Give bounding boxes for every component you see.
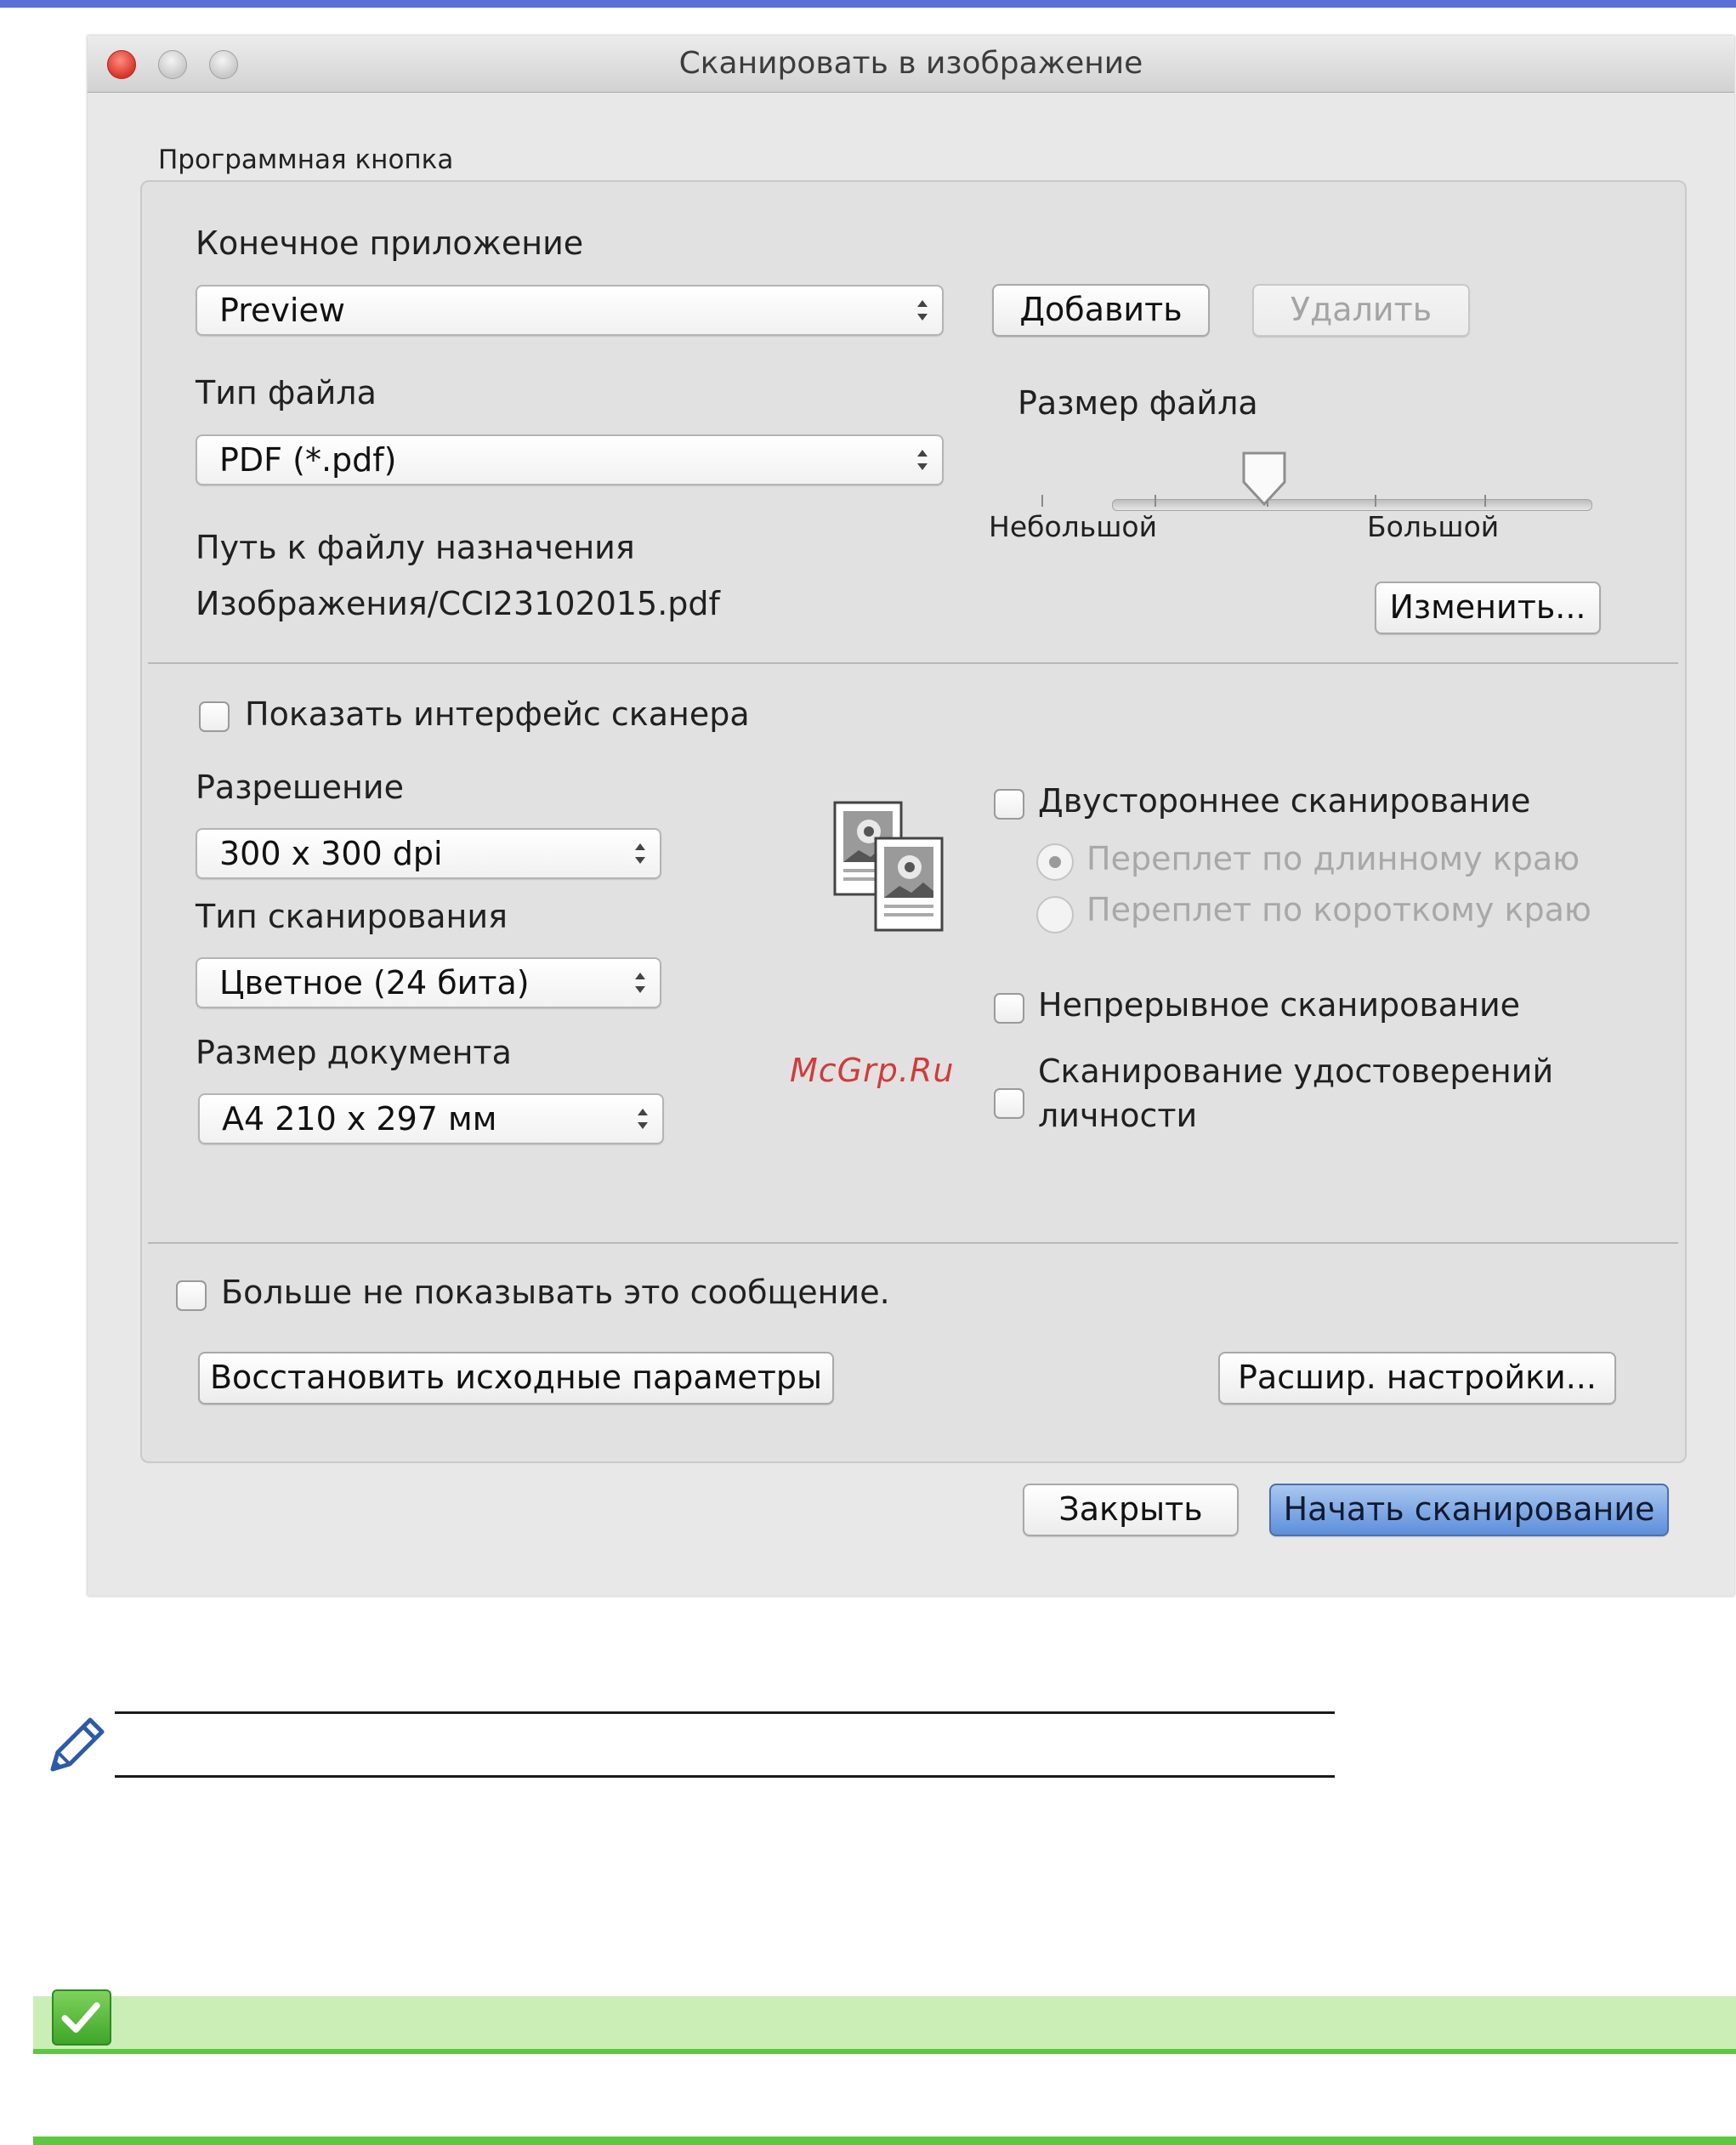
advanced-settings-button[interactable]: Расшир. настройки... xyxy=(1218,1352,1616,1404)
file-size-slider-track[interactable] xyxy=(1112,499,1592,511)
separator xyxy=(148,1242,1678,1244)
note-rule-bottom xyxy=(115,1775,1335,1778)
file-size-min-label: Небольшой xyxy=(989,510,1158,543)
file-size-label: Размер файла xyxy=(1018,384,1258,422)
scan-to-image-dialog: Сканировать в изображение Программная кн… xyxy=(88,36,1734,1596)
file-type-label: Тип файла xyxy=(196,374,377,411)
title-bar: Сканировать в изображение xyxy=(88,36,1734,93)
related-info-bar xyxy=(33,1996,1736,2051)
slider-tick xyxy=(1484,495,1486,507)
target-app-value: Preview xyxy=(219,292,345,329)
resolution-value: 300 x 300 dpi xyxy=(219,835,443,872)
window-title: Сканировать в изображение xyxy=(678,46,1143,81)
document-size-select[interactable]: A4 210 x 297 мм xyxy=(198,1093,664,1144)
slider-tick xyxy=(1154,495,1156,507)
slider-tick xyxy=(1041,495,1043,507)
id-card-scan-label-line1: Сканирование удостоверений xyxy=(1038,1053,1554,1090)
file-size-max-label: Большой xyxy=(1367,510,1500,543)
continuous-scan-label: Непрерывное сканирование xyxy=(1038,986,1521,1024)
slider-tick xyxy=(1375,495,1376,507)
show-scanner-interface-label: Показать интерфейс сканера xyxy=(245,695,750,733)
duplex-pages-icon xyxy=(833,801,944,932)
group-label: Программная кнопка xyxy=(158,145,454,175)
short-edge-label: Переплет по короткому краю xyxy=(1086,891,1591,928)
id-card-scan-label-line2: личности xyxy=(1038,1097,1198,1134)
change-button[interactable]: Изменить... xyxy=(1375,582,1601,634)
destination-path: Изображения/CCI23102015.pdf xyxy=(196,585,720,622)
dont-show-checkbox[interactable] xyxy=(176,1280,207,1311)
short-edge-radio[interactable] xyxy=(1036,896,1074,933)
note-rule-top xyxy=(115,1711,1335,1714)
id-card-scan-checkbox[interactable] xyxy=(994,1088,1024,1119)
delete-button[interactable]: Удалить xyxy=(1252,284,1470,337)
checkmark-glyph-icon xyxy=(61,2002,100,2033)
scan-type-label: Тип сканирования xyxy=(196,898,508,935)
updown-arrows-icon xyxy=(917,300,928,321)
file-type-select[interactable]: PDF (*.pdf) xyxy=(196,434,944,485)
file-type-value: PDF (*.pdf) xyxy=(219,441,397,479)
file-size-slider-knob[interactable] xyxy=(1240,450,1288,509)
continuous-scan-checkbox[interactable] xyxy=(994,993,1024,1024)
pencil-note-icon xyxy=(50,1717,105,1772)
page-top-bar xyxy=(0,0,1736,8)
radio-dot xyxy=(1049,856,1061,868)
long-edge-radio[interactable] xyxy=(1036,843,1074,881)
duplex-checkbox[interactable] xyxy=(994,789,1024,820)
show-scanner-interface-checkbox[interactable] xyxy=(199,701,230,732)
close-button[interactable]: Закрыть xyxy=(1023,1484,1239,1536)
destination-label: Путь к файлу назначения xyxy=(196,529,635,566)
updown-arrows-icon xyxy=(635,973,645,993)
scan-type-select[interactable]: Цветное (24 бита) xyxy=(196,957,661,1008)
duplex-label: Двустороннее сканирование xyxy=(1038,782,1531,820)
updown-arrows-icon xyxy=(635,843,645,864)
start-scan-button[interactable]: Начать сканирование xyxy=(1269,1484,1669,1536)
document-size-value: A4 210 x 297 мм xyxy=(222,1100,497,1138)
scan-type-value: Цветное (24 бита) xyxy=(219,964,530,1002)
add-button[interactable]: Добавить xyxy=(992,284,1210,337)
resolution-label: Разрешение xyxy=(196,769,404,806)
document-size-label: Размер документа xyxy=(196,1034,512,1071)
target-app-label: Конечное приложение xyxy=(196,224,584,262)
checkmark-icon xyxy=(52,1989,111,2046)
updown-arrows-icon xyxy=(917,450,928,470)
restore-defaults-button[interactable]: Восстановить исходные параметры xyxy=(198,1352,834,1404)
dont-show-label: Больше не показывать это сообщение. xyxy=(221,1274,890,1311)
resolution-select[interactable]: 300 x 300 dpi xyxy=(196,828,661,879)
bottom-green-line xyxy=(33,2136,1736,2145)
long-edge-label: Переплет по длинному краю xyxy=(1086,840,1580,877)
related-info-line xyxy=(33,2049,1736,2054)
target-app-select[interactable]: Preview xyxy=(196,285,944,336)
separator xyxy=(148,662,1678,664)
updown-arrows-icon xyxy=(638,1109,648,1129)
watermark-text: McGrp.Ru xyxy=(790,1052,955,1089)
